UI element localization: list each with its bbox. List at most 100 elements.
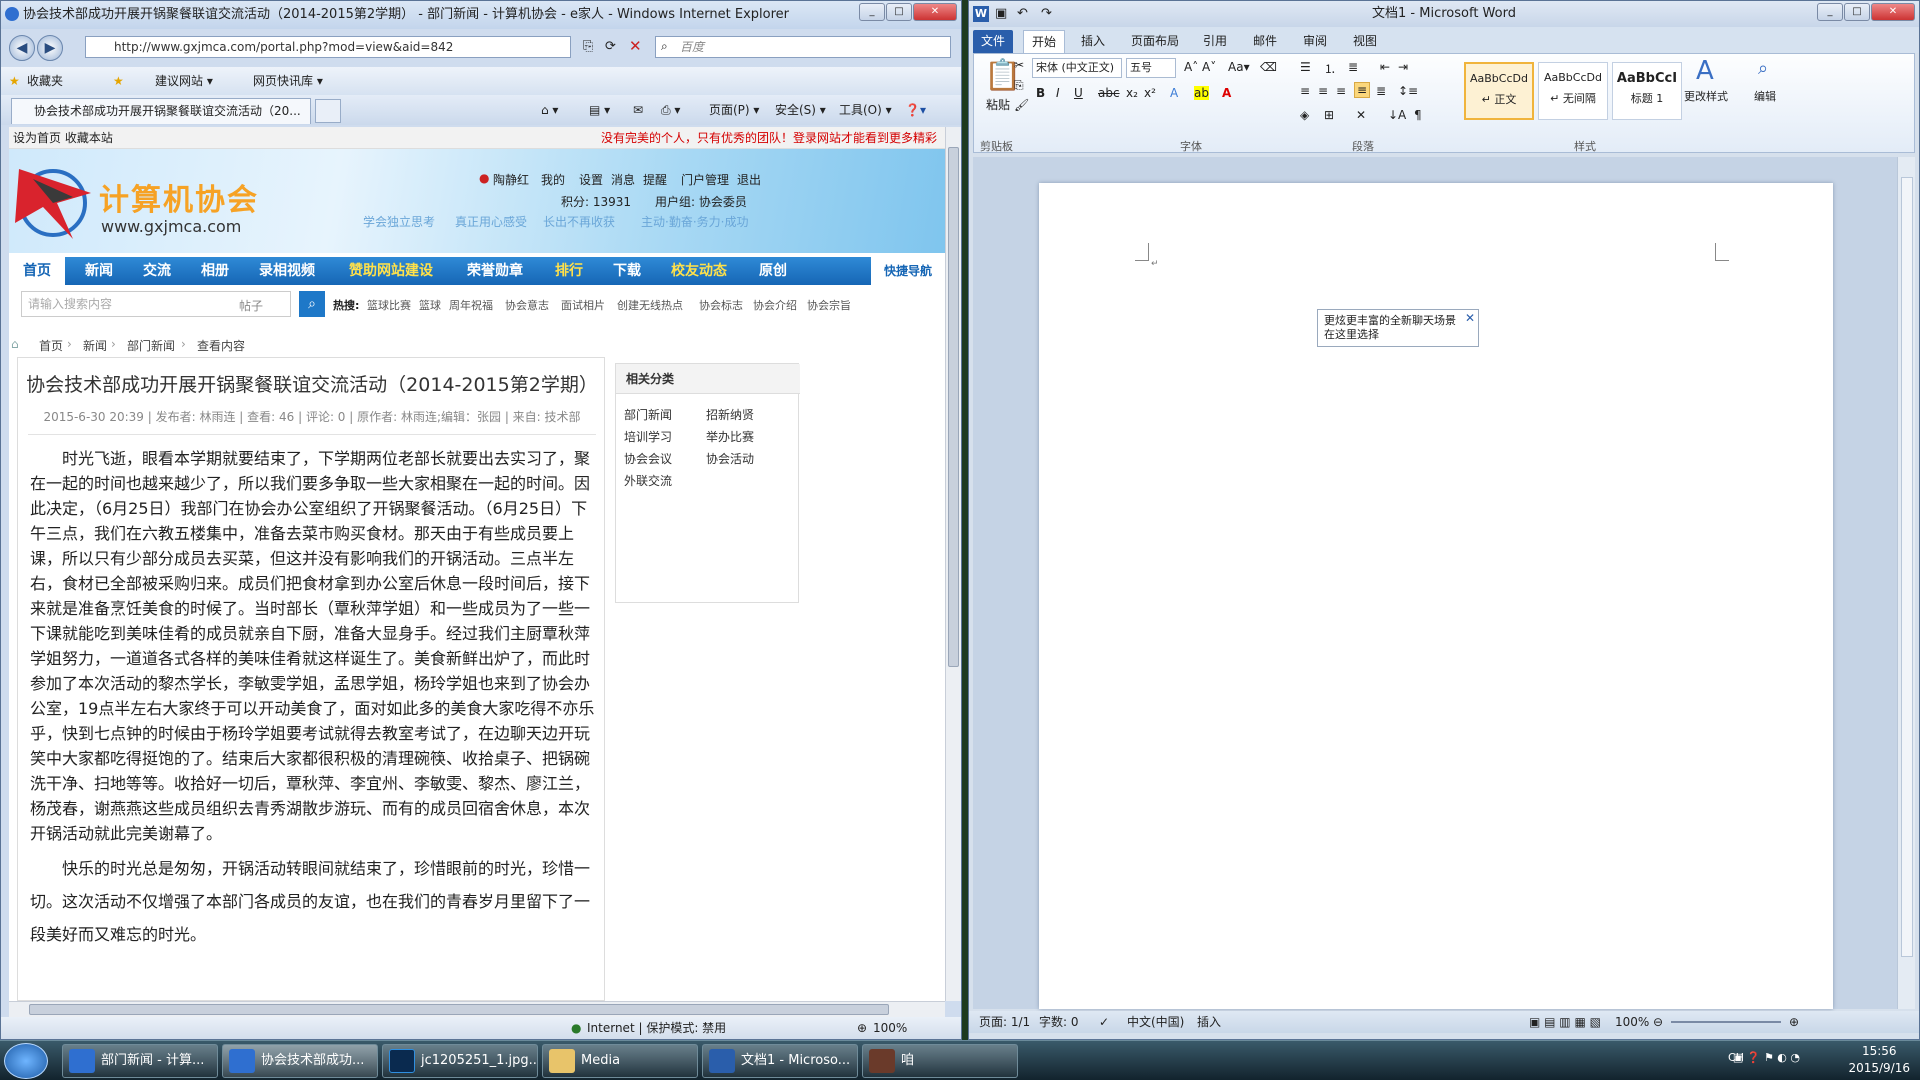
- style-no-spacing[interactable]: AaBbCcDd ↵ 无间隔: [1538, 62, 1608, 120]
- cut-icon[interactable]: ✂: [1014, 58, 1024, 72]
- user-link-logout[interactable]: 退出: [737, 171, 761, 188]
- hot-link[interactable]: 协会宗旨: [807, 297, 851, 313]
- zoom-in-icon[interactable]: ⊕: [1789, 1011, 1799, 1033]
- taskbar-item[interactable]: 咱: [862, 1044, 1018, 1078]
- decrease-indent-icon[interactable]: ⇤: [1380, 60, 1390, 74]
- font-size-select[interactable]: 五号: [1126, 58, 1176, 78]
- user-points[interactable]: 积分: 13931: [561, 193, 631, 210]
- increase-indent-icon[interactable]: ⇥: [1398, 60, 1408, 74]
- editing-button[interactable]: 编辑: [1754, 88, 1776, 104]
- zoom-level[interactable]: 100%: [873, 1017, 907, 1039]
- hot-link[interactable]: 创建无线热点: [617, 297, 683, 313]
- compat-view-icon[interactable]: ⎘: [583, 39, 593, 54]
- start-button[interactable]: [4, 1043, 48, 1079]
- nav-news[interactable]: 新闻: [85, 257, 113, 285]
- align-left-icon[interactable]: ≡: [1300, 84, 1310, 98]
- home-icon[interactable]: ⌂ ▾: [541, 95, 558, 125]
- breadcrumb-item[interactable]: 首页: [39, 337, 63, 354]
- forward-icon[interactable]: ▶: [37, 35, 63, 61]
- category-link[interactable]: 培训学习: [624, 428, 672, 445]
- chinese-layout-icon[interactable]: ✕: [1356, 108, 1366, 122]
- breadcrumb-item[interactable]: 部门新闻: [127, 337, 175, 354]
- tab-view[interactable]: 视图: [1345, 30, 1385, 53]
- user-link-portal-admin[interactable]: 门户管理: [681, 171, 729, 188]
- feeds-icon[interactable]: ▤ ▾: [589, 95, 610, 125]
- close-button[interactable]: ✕: [913, 3, 957, 21]
- nav-alumni[interactable]: 校友动态: [671, 257, 727, 285]
- hot-link[interactable]: 篮球比赛: [367, 297, 411, 313]
- tab-insert[interactable]: 插入: [1073, 30, 1113, 53]
- search-input[interactable]: 百度: [655, 36, 951, 58]
- undo-icon[interactable]: ↶: [1017, 1, 1028, 27]
- tab-file[interactable]: 文件: [973, 30, 1014, 53]
- grow-font-icon[interactable]: A˄: [1184, 60, 1198, 74]
- user-link-settings[interactable]: 设置: [579, 171, 603, 188]
- nav-quick[interactable]: 快捷导航: [871, 257, 945, 285]
- site-search-button[interactable]: ⌕: [299, 291, 325, 317]
- bold-icon[interactable]: B: [1036, 86, 1045, 100]
- topbar-links[interactable]: 设为首页 收藏本站: [13, 127, 113, 149]
- ie-horizontal-scrollbar[interactable]: [9, 1001, 945, 1017]
- text-effects-icon[interactable]: A: [1170, 86, 1178, 100]
- tab-active[interactable]: 协会技术部成功开展开锅聚餐联谊交流活动（20...: [11, 98, 311, 124]
- hot-link[interactable]: 协会介绍: [753, 297, 797, 313]
- tab-page-layout[interactable]: 页面布局: [1123, 30, 1187, 53]
- find-icon[interactable]: ⌕: [1758, 58, 1768, 79]
- home-icon[interactable]: ⌂: [11, 337, 19, 351]
- ie-vertical-scrollbar[interactable]: [945, 127, 961, 1001]
- nav-original[interactable]: 原创: [759, 257, 787, 285]
- user-link-my[interactable]: 我的: [541, 171, 565, 188]
- category-link[interactable]: 招新纳贤: [706, 406, 754, 423]
- view-buttons-icon[interactable]: ▣ ▤ ▥ ▦ ▧: [1529, 1011, 1601, 1033]
- print-icon[interactable]: ⎙ ▾: [661, 95, 680, 125]
- stop-icon[interactable]: ✕: [629, 37, 642, 55]
- safety-menu[interactable]: 安全(S) ▾: [775, 95, 826, 125]
- nav-exchange[interactable]: 交流: [143, 257, 171, 285]
- borders-icon[interactable]: ⊞: [1324, 108, 1334, 122]
- multilevel-list-icon[interactable]: ≣: [1348, 60, 1358, 74]
- word-vertical-scrollbar[interactable]: [1897, 157, 1915, 1009]
- user-name[interactable]: 陶静红: [493, 171, 529, 188]
- hot-link[interactable]: 篮球: [419, 297, 441, 313]
- scroll-thumb[interactable]: [29, 1004, 889, 1015]
- scroll-thumb[interactable]: [948, 147, 959, 667]
- maximize-button[interactable]: □: [886, 3, 912, 21]
- category-link[interactable]: 协会会议: [624, 450, 672, 467]
- font-name-select[interactable]: 宋体 (中文正文): [1032, 58, 1122, 78]
- nav-video[interactable]: 录相视频: [259, 257, 315, 285]
- close-button[interactable]: ✕: [1871, 3, 1915, 21]
- taskbar-item[interactable]: 协会技术部成功...: [222, 1044, 378, 1078]
- change-styles-button[interactable]: 更改样式: [1684, 88, 1728, 104]
- status-zoom[interactable]: 100%: [1615, 1011, 1649, 1033]
- hot-link[interactable]: 周年祝福: [449, 297, 493, 313]
- hot-link[interactable]: 面试相片: [561, 297, 605, 313]
- tab-home[interactable]: 开始: [1023, 30, 1066, 53]
- user-link-reminders[interactable]: 提醒: [643, 171, 667, 188]
- strikethrough-icon[interactable]: abc: [1098, 86, 1120, 100]
- nav-download[interactable]: 下载: [613, 257, 641, 285]
- clock[interactable]: 15:56 2015/9/16: [1848, 1043, 1910, 1077]
- mail-icon[interactable]: ✉: [633, 95, 643, 125]
- category-link[interactable]: 协会活动: [706, 450, 754, 467]
- page-menu[interactable]: 页面(P) ▾: [709, 95, 759, 125]
- favorites-button[interactable]: 收藏夹: [27, 67, 63, 95]
- copy-icon[interactable]: ⎘: [1014, 78, 1024, 93]
- new-tab-button[interactable]: [315, 99, 341, 123]
- tools-menu[interactable]: 工具(O) ▾: [839, 95, 892, 125]
- web-slice-gallery-link[interactable]: 网页快讯库 ▾: [253, 67, 323, 95]
- hot-link[interactable]: 协会标志: [699, 297, 743, 313]
- status-page[interactable]: 页面: 1/1: [979, 1011, 1030, 1033]
- suggested-sites-link[interactable]: 建议网站 ▾: [155, 67, 213, 95]
- taskbar-item[interactable]: jc1205251_1.jpg...: [382, 1044, 538, 1078]
- add-favorite-icon[interactable]: ★: [113, 67, 124, 95]
- zoom-out-icon[interactable]: ⊖: [1653, 1011, 1663, 1033]
- bullets-icon[interactable]: ☰: [1300, 60, 1311, 74]
- format-painter-icon[interactable]: 🖌: [1014, 98, 1029, 112]
- category-link[interactable]: 举办比赛: [706, 428, 754, 445]
- site-search-type[interactable]: 帖子: [239, 297, 263, 314]
- zoom-slider[interactable]: [1671, 1021, 1781, 1023]
- tray-icons[interactable]: ▣ ❓ ⚑ ◐ ◔: [1733, 1051, 1800, 1064]
- category-link[interactable]: 部门新闻: [624, 406, 672, 423]
- back-icon[interactable]: ◀: [9, 35, 35, 61]
- align-right-icon[interactable]: ≡: [1336, 84, 1346, 98]
